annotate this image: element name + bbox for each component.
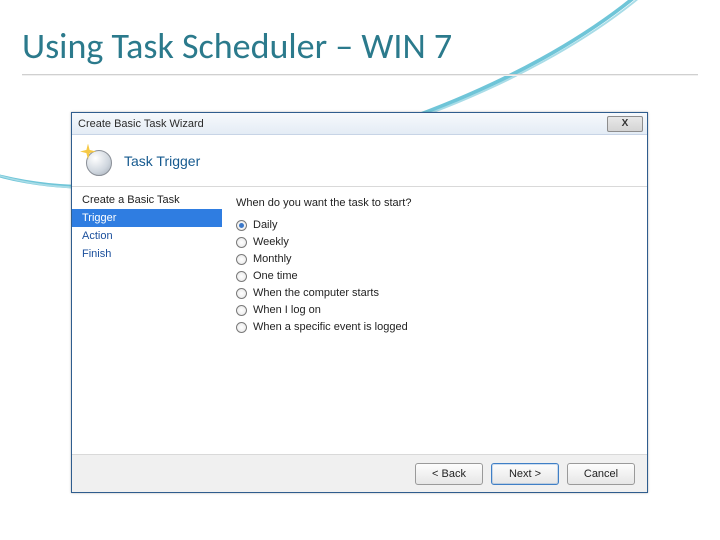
- sidebar-heading: Create a Basic Task: [72, 191, 222, 209]
- wizard-icon: [80, 144, 114, 178]
- option-label: One time: [253, 270, 298, 282]
- option-one-time[interactable]: One time: [236, 270, 633, 282]
- option-daily[interactable]: Daily: [236, 219, 633, 231]
- slide-title-underline: [22, 74, 698, 76]
- radio-icon: [236, 322, 247, 333]
- option-computer-starts[interactable]: When the computer starts: [236, 287, 633, 299]
- close-button[interactable]: X: [607, 116, 643, 132]
- trigger-prompt: When do you want the task to start?: [236, 197, 633, 209]
- next-button[interactable]: Next >: [491, 463, 559, 485]
- option-label: When a specific event is logged: [253, 321, 408, 333]
- close-icon: X: [622, 118, 629, 129]
- option-label: When the computer starts: [253, 287, 379, 299]
- cancel-button[interactable]: Cancel: [567, 463, 635, 485]
- option-label: Daily: [253, 219, 277, 231]
- slide-title: Using Task Scheduler – WIN 7: [22, 24, 452, 68]
- radio-icon: [236, 305, 247, 316]
- sidebar-step-finish[interactable]: Finish: [72, 245, 222, 263]
- radio-icon: [236, 237, 247, 248]
- option-weekly[interactable]: Weekly: [236, 236, 633, 248]
- radio-icon: [236, 254, 247, 265]
- back-button[interactable]: < Back: [415, 463, 483, 485]
- option-event-logged[interactable]: When a specific event is logged: [236, 321, 633, 333]
- sidebar-step-action[interactable]: Action: [72, 227, 222, 245]
- wizard-footer: < Back Next > Cancel: [72, 454, 647, 492]
- sidebar-step-trigger[interactable]: Trigger: [72, 209, 222, 227]
- wizard-window: Create Basic Task Wizard X Task Trigger …: [71, 112, 648, 493]
- titlebar: Create Basic Task Wizard X: [72, 113, 647, 135]
- option-label: Weekly: [253, 236, 289, 248]
- option-monthly[interactable]: Monthly: [236, 253, 633, 265]
- radio-icon: [236, 271, 247, 282]
- radio-icon: [236, 220, 247, 231]
- wizard-sidebar: Create a Basic Task Trigger Action Finis…: [72, 187, 222, 454]
- option-label: When I log on: [253, 304, 321, 316]
- option-label: Monthly: [253, 253, 292, 265]
- wizard-main: When do you want the task to start? Dail…: [222, 187, 647, 454]
- window-title: Create Basic Task Wizard: [78, 118, 204, 130]
- wizard-header: Task Trigger: [72, 135, 647, 187]
- wizard-step-title: Task Trigger: [124, 153, 200, 169]
- option-log-on[interactable]: When I log on: [236, 304, 633, 316]
- radio-icon: [236, 288, 247, 299]
